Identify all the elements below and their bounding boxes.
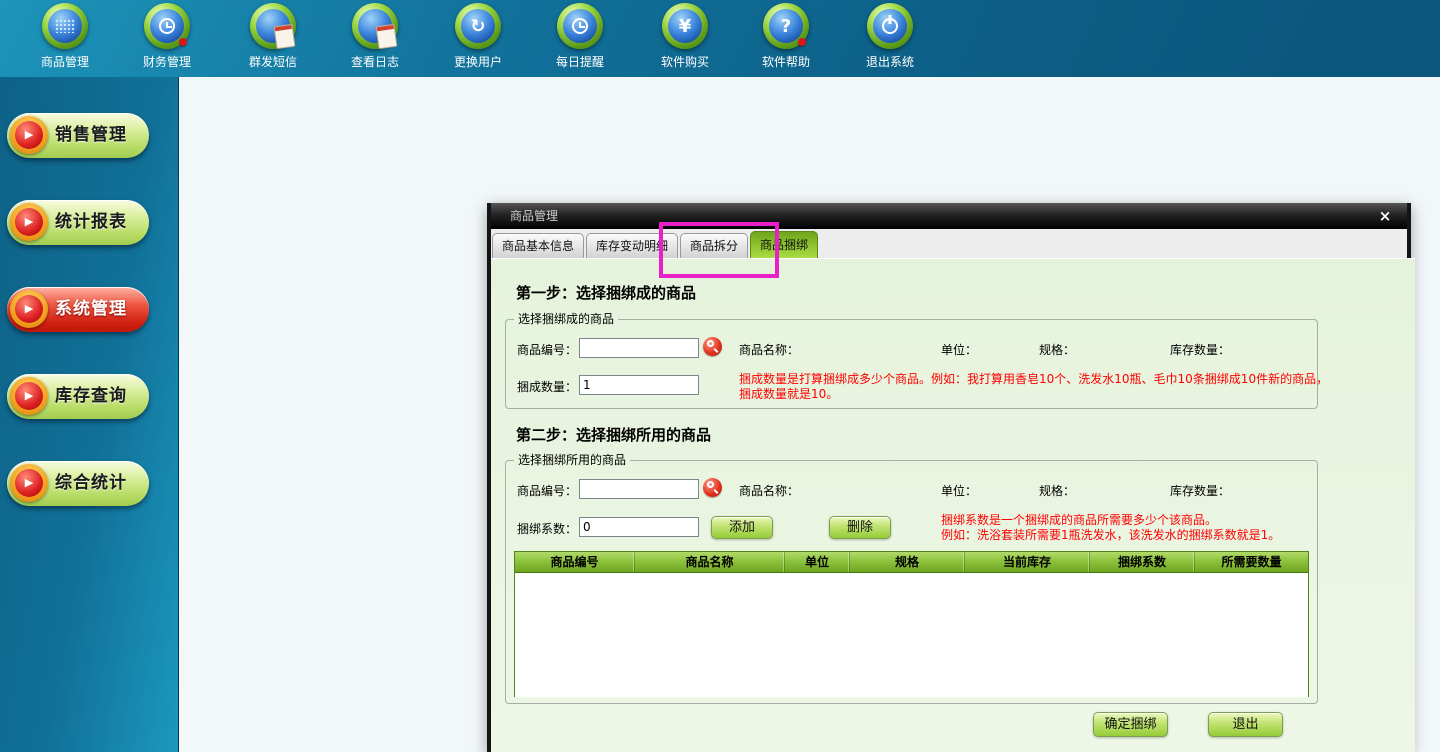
bundle-coef-label: 捆绑系数： <box>517 520 577 537</box>
product-name-label: 商品名称： <box>739 482 799 499</box>
column-header[interactable]: 商品编号 <box>515 552 635 572</box>
bundle-qty-label: 捆成数量： <box>517 378 577 395</box>
spec-label: 规格： <box>1039 341 1075 358</box>
arrow-circle-icon: ▶ <box>10 203 48 241</box>
product-name-label: 商品名称： <box>739 341 799 358</box>
toolbar-item-label: 群发短信 <box>221 53 325 70</box>
step1-hint: 捆成数量是打算捆绑成多少个商品。例如：我打算用香皂10个、洗发水10瓶、毛巾10… <box>739 372 1328 402</box>
finance-icon <box>144 3 190 49</box>
toolbar-item-label: 商品管理 <box>13 53 117 70</box>
dialog-title: 商品管理 <box>510 209 558 223</box>
add-button[interactable]: 添加 <box>711 516 773 539</box>
step2-groupbox: 选择捆绑所用的商品 商品编号： 商品名称： 单位： 规格： 库存数量： 捆绑系数… <box>505 460 1318 704</box>
top-toolbar: 商品管理 财务管理 群发短信 查看日志 ↻ 更换用户 每日提醒 ¥ 软件购买 <box>0 0 1440 77</box>
tab-stock-change-detail[interactable]: 库存变动明细 <box>586 233 678 258</box>
tab-product-bundle[interactable]: 商品捆绑 <box>750 231 818 258</box>
products-icon <box>42 3 88 49</box>
tab-product-basic-info[interactable]: 商品基本信息 <box>492 233 584 258</box>
close-icon[interactable]: × <box>1376 203 1394 229</box>
switch-user-icon: ↻ <box>455 3 501 49</box>
arrow-circle-icon: ▶ <box>10 290 48 328</box>
sidebar-item-system[interactable]: ▶ 系统管理 <box>7 287 149 332</box>
step1-groupbox: 选择捆绑成的商品 商品编号： 商品名称： 单位： 规格： 库存数量： 捆成数量：… <box>505 319 1318 409</box>
arrow-circle-icon: ▶ <box>10 377 48 415</box>
toolbar-item-label: 财务管理 <box>115 53 219 70</box>
toolbar-item-sms[interactable]: 群发短信 <box>221 3 325 70</box>
table-header-row: 商品编号 商品名称 单位 规格 当前库存 捆绑系数 所需要数量 <box>515 552 1308 573</box>
bundle-tab-panel: 第一步：选择捆绑成的商品 选择捆绑成的商品 商品编号： 商品名称： 单位： 规格… <box>491 258 1415 752</box>
sidebar-item-summary[interactable]: ▶ 综合统计 <box>7 461 149 506</box>
tab-product-split[interactable]: 商品拆分 <box>680 233 748 258</box>
toolbar-item-log[interactable]: 查看日志 <box>323 3 427 70</box>
dialog-titlebar[interactable]: 商品管理 × <box>491 203 1407 229</box>
step2-group-label: 选择捆绑所用的商品 <box>514 453 630 468</box>
toolbar-item-label: 软件帮助 <box>734 53 838 70</box>
search-icon[interactable] <box>703 337 722 356</box>
reminder-icon <box>557 3 603 49</box>
toolbar-item-switch-user[interactable]: ↻ 更换用户 <box>426 3 530 70</box>
bundle-qty-input[interactable] <box>579 375 699 395</box>
step2-heading: 第二步：选择捆绑所用的商品 <box>516 424 711 445</box>
exit-button[interactable]: 退出 <box>1208 712 1283 737</box>
toolbar-item-label: 每日提醒 <box>528 53 632 70</box>
toolbar-item-label: 更换用户 <box>426 53 530 70</box>
stock-qty-label: 库存数量： <box>1170 341 1230 358</box>
step2-product-code-input[interactable] <box>579 479 699 499</box>
log-icon <box>352 3 398 49</box>
sms-icon <box>250 3 296 49</box>
product-code-label: 商品编号： <box>517 482 577 499</box>
step1-group-label: 选择捆绑成的商品 <box>514 312 618 327</box>
exit-icon <box>867 3 913 49</box>
search-icon[interactable] <box>703 478 722 497</box>
toolbar-item-finance[interactable]: 财务管理 <box>115 3 219 70</box>
arrow-circle-icon: ▶ <box>10 464 48 502</box>
toolbar-item-label: 退出系统 <box>838 53 942 70</box>
step1-product-code-input[interactable] <box>579 338 699 358</box>
column-header[interactable]: 规格 <box>850 552 965 572</box>
step1-heading: 第一步：选择捆绑成的商品 <box>516 282 696 303</box>
toolbar-item-label: 软件购买 <box>633 53 737 70</box>
unit-label: 单位： <box>941 341 977 358</box>
stock-qty-label: 库存数量： <box>1170 482 1230 499</box>
sidebar: ▶ 销售管理 ▶ 统计报表 ▶ 系统管理 ▶ 库存查询 ▶ 综合统计 <box>0 77 179 752</box>
sidebar-item-inventory[interactable]: ▶ 库存查询 <box>7 374 149 419</box>
toolbar-item-reminder[interactable]: 每日提醒 <box>528 3 632 70</box>
step2-hint: 捆绑系数是一个捆绑成的商品所需要多少个该商品。 例如：洗浴套装所需要1瓶洗发水，… <box>941 513 1280 543</box>
product-code-label: 商品编号： <box>517 341 577 358</box>
table-body-empty[interactable] <box>515 573 1308 697</box>
purchase-icon: ¥ <box>662 3 708 49</box>
product-management-dialog: 商品管理 × 商品基本信息 库存变动明细 商品拆分 商品捆绑 第一步：选择捆绑成… <box>487 203 1411 752</box>
bundle-components-table: 商品编号 商品名称 单位 规格 当前库存 捆绑系数 所需要数量 <box>514 551 1309 697</box>
delete-button[interactable]: 删除 <box>829 516 891 539</box>
sidebar-item-reports[interactable]: ▶ 统计报表 <box>7 200 149 245</box>
column-header[interactable]: 捆绑系数 <box>1090 552 1195 572</box>
toolbar-item-products[interactable]: 商品管理 <box>13 3 117 70</box>
column-header[interactable]: 单位 <box>785 552 850 572</box>
column-header[interactable]: 当前库存 <box>965 552 1090 572</box>
sidebar-item-sales[interactable]: ▶ 销售管理 <box>7 113 149 158</box>
toolbar-item-label: 查看日志 <box>323 53 427 70</box>
dialog-tab-strip: 商品基本信息 库存变动明细 商品拆分 商品捆绑 <box>491 229 1407 258</box>
column-header[interactable]: 所需要数量 <box>1195 552 1308 572</box>
arrow-circle-icon: ▶ <box>10 116 48 154</box>
column-header[interactable]: 商品名称 <box>635 552 785 572</box>
confirm-bundle-button[interactable]: 确定捆绑 <box>1093 712 1168 737</box>
unit-label: 单位： <box>941 482 977 499</box>
help-icon: ? <box>763 3 809 49</box>
toolbar-item-purchase[interactable]: ¥ 软件购买 <box>633 3 737 70</box>
bundle-coef-input[interactable] <box>579 517 699 537</box>
spec-label: 规格： <box>1039 482 1075 499</box>
toolbar-item-exit[interactable]: 退出系统 <box>838 3 942 70</box>
toolbar-item-help[interactable]: ? 软件帮助 <box>734 3 838 70</box>
